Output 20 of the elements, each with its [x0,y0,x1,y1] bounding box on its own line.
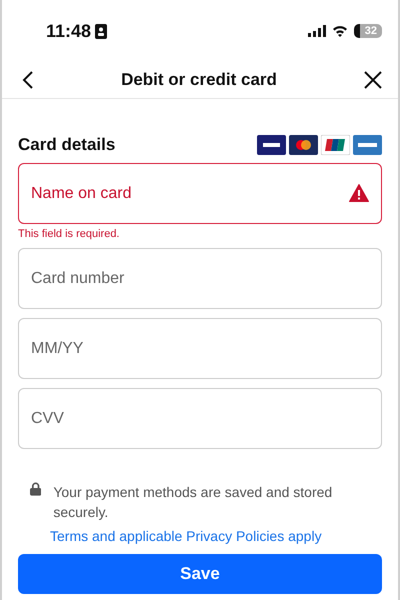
section-title: Card details [18,135,116,155]
lock-icon [30,482,42,496]
card-logo-icon [257,135,286,155]
id-card-icon [95,24,108,38]
signal-icon [308,25,326,37]
warning-icon [349,184,369,202]
back-button[interactable] [22,70,34,90]
close-button[interactable] [364,71,382,89]
save-button[interactable]: Save [18,554,382,594]
terms-link[interactable]: Terms and applicable Privacy Policies apply [50,528,382,544]
error-message: This field is required. [18,228,120,240]
battery-level: 32 [354,24,382,38]
security-note: Your payment methods are saved and stored securely. [53,483,334,522]
page-title: Debit or credit card [121,70,277,90]
status-time: 11:48 [46,20,92,42]
wifi-icon [332,25,348,37]
card-logo-icon [353,135,382,155]
card-logo-icon [289,135,318,155]
input-field[interactable]: Name on card [18,163,382,224]
card-logo-icon [321,135,350,155]
